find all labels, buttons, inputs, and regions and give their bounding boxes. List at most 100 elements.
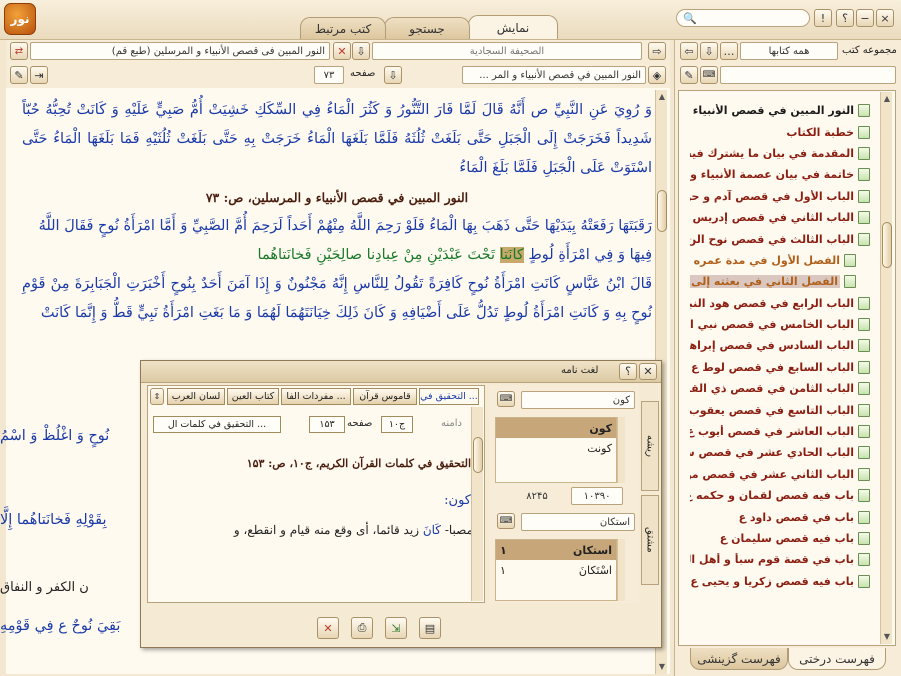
export-icon[interactable]: ⇥ <box>30 66 48 84</box>
tree-node[interactable]: الفصل الثاني في بعثته إلى <box>690 271 870 292</box>
tree-node[interactable]: خطبة الكتاب <box>690 121 870 142</box>
list-item[interactable]: اسْتَكانَ ۱ <box>496 560 616 580</box>
page-icon <box>858 146 870 160</box>
back-arrow-icon[interactable]: ⇦ <box>680 42 698 60</box>
dict-tab-active[interactable]: التحقيق في ... <box>419 388 479 405</box>
dict-tab[interactable]: مفردات الفا ... <box>281 388 351 405</box>
page-field[interactable]: ۱۵۳ <box>309 416 345 433</box>
wrench-icon[interactable]: ✎ <box>680 66 698 84</box>
other-book-field[interactable]: الصحيفة السجادية <box>372 42 642 60</box>
tree-node[interactable]: الباب الثاني عشر في قصص مو <box>690 464 870 485</box>
tree-node[interactable]: الباب التاسع في قصص يعقوب <box>690 399 870 420</box>
derivative-side-tab[interactable]: مشتق <box>641 495 659 585</box>
dialog-content-scrollbar[interactable] <box>471 407 483 601</box>
tree-root-node[interactable]: النور المبين في قصص الأنبياء و الم <box>690 100 870 121</box>
dict-scroll-icon[interactable]: ⇕ <box>150 388 164 405</box>
keyboard-icon[interactable]: ⌨ <box>700 66 718 84</box>
minimize-button[interactable]: − <box>856 9 874 27</box>
close-book-button[interactable]: ✕ <box>333 42 351 60</box>
export-button[interactable]: ⇲ <box>385 617 407 639</box>
print-button[interactable]: ⎙ <box>351 617 373 639</box>
wrench-icon[interactable]: ✎ <box>10 66 28 84</box>
scroll-thumb[interactable] <box>473 437 483 473</box>
paragraph: وَ رُوِيَ عَنِ النَّبِيِّ ص أَنَّهُ قَال… <box>22 102 652 176</box>
page-icon <box>858 211 870 225</box>
keyboard-icon[interactable]: ⌨ <box>497 513 515 529</box>
global-search-input[interactable]: 🔍 <box>676 9 810 27</box>
tree-node[interactable]: باب فيه قصص لقمان و حكمه ع <box>690 485 870 506</box>
list-item[interactable]: كون <box>496 418 616 438</box>
tree-node-label: المقدمة في بيان ما يشترك فيه <box>690 146 854 160</box>
scroll-thumb[interactable] <box>882 222 892 268</box>
tree-node[interactable]: الباب العاشر في قصص أيوب ع <box>690 421 870 442</box>
tree-node[interactable]: الباب السابع في قصص لوط ع <box>690 357 870 378</box>
tab-display[interactable]: نمایش <box>468 15 558 39</box>
tree-node[interactable]: الفصل الأول في مدة عمره و <box>690 250 870 271</box>
scroll-down-icon[interactable]: ▼ <box>881 630 893 642</box>
page-icon <box>844 253 856 267</box>
scroll-up-icon[interactable]: ▲ <box>656 90 668 102</box>
scroll-thumb[interactable] <box>657 190 667 232</box>
dialog-help-button[interactable]: ؟ <box>619 363 637 380</box>
tree-node-label: باب فيه قصص لقمان و حكمه ع <box>690 489 854 503</box>
dict-tab[interactable]: لسان العرب <box>167 388 225 405</box>
tree-node-label: باب في قصة قوم سبأ و أهل الثر <box>690 553 854 567</box>
derivative-search-input[interactable]: استكان <box>521 513 635 531</box>
tree-node[interactable]: المقدمة في بيان ما يشترك فيه <box>690 143 870 164</box>
tree-node[interactable]: الباب الثالث في قصص نوح الن <box>690 228 870 249</box>
section-select[interactable]: النور المبين في قصص الأنبياء و المر ... <box>462 66 646 84</box>
dict-tab[interactable]: قاموس قرآن <box>353 388 417 405</box>
tab-tree-index[interactable]: فهرست درختی <box>788 648 886 670</box>
tree-node[interactable]: باب في قصص داود ع <box>690 506 870 527</box>
root-list-scrollbar[interactable] <box>617 417 625 483</box>
forward-arrow-icon[interactable]: ⇨ <box>648 42 666 60</box>
notes-button[interactable]: ▤ <box>419 617 441 639</box>
list-item[interactable]: استكان ۱ <box>496 540 616 560</box>
tree-node[interactable]: الباب الحادي عشر في قصص ش <box>690 442 870 463</box>
page-number-input[interactable]: ۷۳ <box>314 66 344 84</box>
sync-icon[interactable]: ⇄ <box>10 42 28 60</box>
page-icon <box>858 510 870 524</box>
tree-node-label: باب فيه قصص زكريا و يحيى ع <box>690 574 854 588</box>
keyboard-icon[interactable]: ⌨ <box>497 391 515 407</box>
tree-node-label: الفصل الثاني في بعثته إلى <box>690 275 840 289</box>
page-nav-icon[interactable]: ⇩ <box>384 66 402 84</box>
help-button[interactable]: ؟ <box>836 9 854 27</box>
tree-node[interactable]: الباب السادس في قصص إبراهيم <box>690 335 870 356</box>
derivative-list-scrollbar[interactable] <box>617 539 625 601</box>
root-side-tab[interactable]: ريشه <box>641 401 659 491</box>
delete-button[interactable]: ✕ <box>317 617 339 639</box>
paragraph: فِيهَا وَ فِي امْرَأَةِ لُوطٍ كانَتا تَح… <box>257 247 652 263</box>
book-collection-select[interactable]: همه کتابها <box>740 42 838 60</box>
tab-selective-index[interactable]: فهرست گزینشی <box>690 648 788 670</box>
tree-node[interactable]: باب فيه قصص زكريا و يحيى ع <box>690 571 870 592</box>
down-arrow-icon[interactable]: ⇩ <box>700 42 718 60</box>
source-field[interactable]: التحقيق في كلمات ال ... <box>153 416 281 433</box>
tree-node[interactable]: خاتمة في بيان عصمة الأنبياء و <box>690 164 870 185</box>
tree-node[interactable]: الباب الرابع في قصص هود النبي <box>690 293 870 314</box>
tree-node[interactable]: الباب الثامن في قصص ذي القرن <box>690 378 870 399</box>
tree-scrollbar[interactable]: ▲ ▼ <box>880 92 892 644</box>
tab-related-books[interactable]: کتب مرتبط <box>300 17 386 39</box>
info-button[interactable]: ! <box>814 9 832 27</box>
more-icon[interactable]: … <box>720 42 738 60</box>
highlighted-word[interactable]: كانَتا <box>499 247 524 263</box>
list-item[interactable]: كونت <box>496 438 616 458</box>
root-search-input[interactable]: كون <box>521 391 635 409</box>
tag-icon[interactable]: ◈ <box>648 66 666 84</box>
volume-field[interactable]: ج۱۰ <box>381 416 413 433</box>
dialog-close-button[interactable]: ✕ <box>639 363 657 380</box>
root-word-list: كون كونت <box>495 417 617 483</box>
down-arrow-icon[interactable]: ⇩ <box>352 42 370 60</box>
scroll-down-icon[interactable]: ▼ <box>656 660 668 672</box>
scroll-up-icon[interactable]: ▲ <box>881 92 893 104</box>
tree-node[interactable]: باب فيه قصص سليمان ع <box>690 528 870 549</box>
tree-node[interactable]: الباب الثاني في قصص إدريس <box>690 207 870 228</box>
tab-search[interactable]: جستجو <box>384 17 470 39</box>
tree-node[interactable]: الباب الأول في قصص آدم و حو <box>690 186 870 207</box>
dict-tab[interactable]: كتاب العين <box>227 388 279 405</box>
tree-node[interactable]: باب في قصة قوم سبأ و أهل الثر <box>690 549 870 570</box>
close-window-button[interactable]: × <box>876 9 894 27</box>
tree-search-input[interactable] <box>720 66 896 84</box>
tree-node[interactable]: الباب الخامس في قصص نبي الله <box>690 314 870 335</box>
